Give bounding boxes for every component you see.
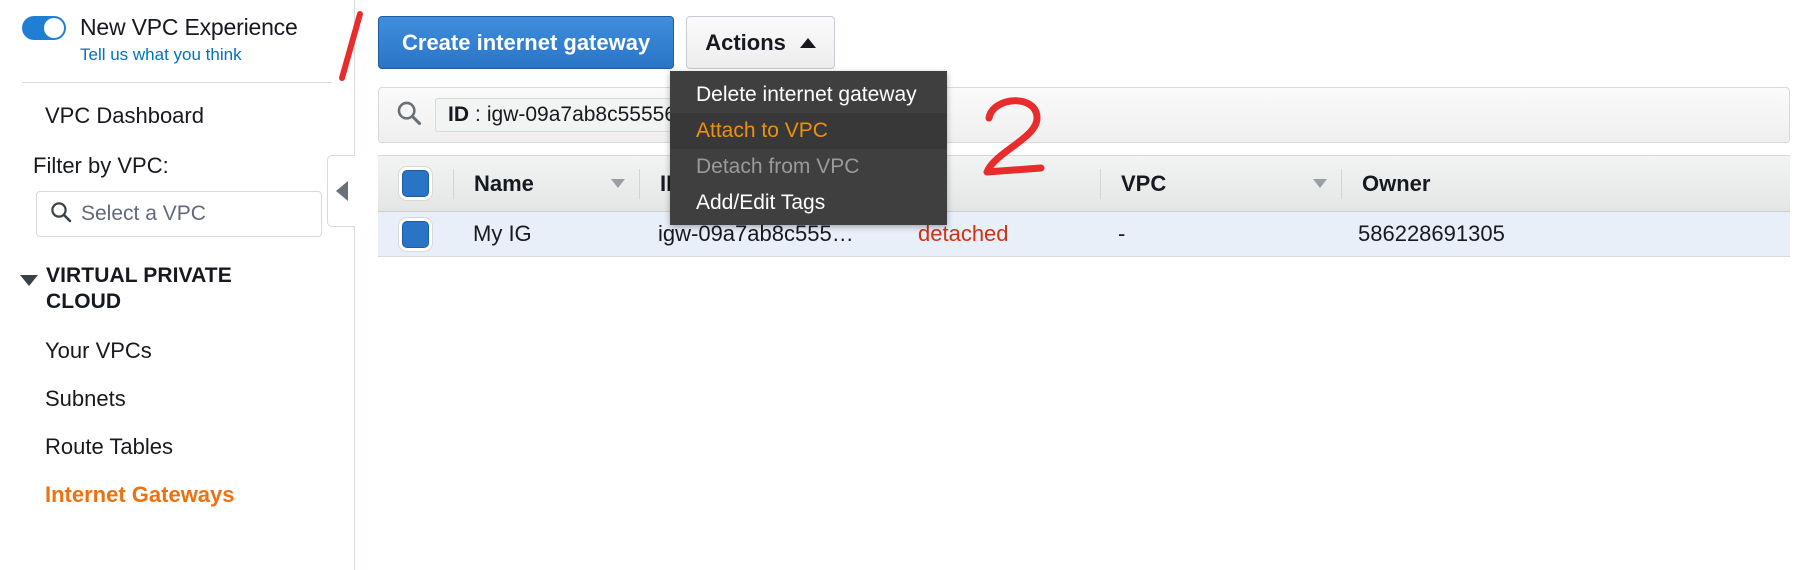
new-vpc-experience-row: New VPC Experience — [0, 0, 354, 41]
menu-item-label: Attach to VPC — [696, 119, 828, 142]
select-all-checkbox-cell — [378, 156, 453, 211]
new-vpc-experience-label: New VPC Experience — [80, 14, 298, 40]
menu-item-delete-internet-gateway[interactable]: Delete internet gateway — [670, 77, 947, 113]
column-header-name-label: Name — [474, 170, 534, 196]
filter-by-vpc-label: Filter by VPC: — [33, 153, 169, 178]
sidebar-group-virtual-private-cloud[interactable]: VIRTUAL PRIVATE CLOUD — [20, 263, 310, 316]
column-header-vpc-label: VPC — [1121, 170, 1167, 196]
actions-label: Actions — [705, 29, 786, 55]
actions-dropdown-menu: Delete internet gateway Attach to VPC De… — [670, 71, 947, 225]
chevron-left-icon — [335, 181, 348, 201]
menu-item-label: Add/Edit Tags — [696, 191, 826, 214]
table-row[interactable]: My IG igw-09a7ab8c555… detached - 586228… — [378, 212, 1790, 257]
search-token-key: ID — [448, 103, 469, 126]
search-filter-token[interactable]: ID : igw-09a7ab8c55556... — [435, 98, 707, 132]
menu-item-detach-from-vpc: Detach from VPC — [670, 149, 947, 185]
sidebar-item-internet-gateways[interactable]: Internet Gateways — [45, 482, 354, 508]
sort-descending-icon — [611, 179, 625, 188]
cell-vpc: - — [1118, 221, 1126, 246]
sidebar-item-route-tables[interactable]: Route Tables — [45, 434, 354, 460]
menu-item-label: Detach from VPC — [696, 155, 860, 178]
row-checkbox-cell — [378, 212, 453, 256]
select-all-checkbox[interactable] — [402, 170, 429, 197]
sidebar-collapse-handle[interactable] — [327, 155, 355, 227]
action-toolbar: Create internet gateway Actions — [378, 16, 835, 69]
resource-search-bar[interactable]: ID : igw-09a7ab8c55556... — [378, 87, 1790, 143]
search-icon — [49, 200, 73, 229]
feedback-link[interactable]: Tell us what you think — [80, 45, 354, 65]
internet-gateways-table: Name ID VPC Owner — [378, 155, 1790, 257]
sidebar-group-label: VIRTUAL PRIVATE CLOUD — [46, 264, 232, 314]
chevron-down-icon — [20, 275, 38, 286]
new-vpc-experience-toggle[interactable] — [22, 15, 66, 40]
sort-descending-icon — [1313, 179, 1327, 188]
menu-item-label: Delete internet gateway — [696, 83, 917, 106]
vpc-filter-select[interactable]: Select a VPC — [36, 191, 322, 237]
toggle-knob-icon — [44, 17, 64, 38]
chevron-up-icon — [799, 37, 816, 48]
column-header-owner-label: Owner — [1362, 170, 1431, 196]
row-select-checkbox[interactable] — [402, 220, 429, 248]
cell-owner: 586228691305 — [1358, 221, 1505, 246]
vpc-filter-placeholder: Select a VPC — [81, 202, 206, 225]
sidebar-divider — [22, 82, 332, 83]
actions-button[interactable]: Actions — [686, 16, 835, 69]
column-header-owner[interactable]: Owner — [1342, 156, 1642, 211]
cell-name: My IG — [473, 221, 532, 246]
column-header-vpc[interactable]: VPC — [1101, 156, 1341, 211]
menu-item-attach-to-vpc[interactable]: Attach to VPC — [670, 113, 947, 149]
create-internet-gateway-label: Create internet gateway — [402, 29, 651, 55]
create-internet-gateway-button[interactable]: Create internet gateway — [378, 16, 675, 69]
sidebar-item-subnets[interactable]: Subnets — [45, 386, 354, 412]
sidebar: New VPC Experience Tell us what you thin… — [0, 0, 355, 570]
main-content: Create internet gateway Actions ID : igw… — [356, 0, 1806, 570]
menu-item-add-edit-tags[interactable]: Add/Edit Tags — [670, 185, 947, 221]
search-token-value: igw-09a7ab8c55556... — [486, 103, 694, 126]
search-icon — [395, 99, 423, 132]
column-header-name[interactable]: Name — [454, 156, 639, 211]
sidebar-item-your-vpcs[interactable]: Your VPCs — [45, 338, 354, 364]
table-header-row: Name ID VPC Owner — [378, 155, 1790, 212]
screenshot-root: New VPC Experience Tell us what you thin… — [0, 0, 1806, 570]
search-token-separator: : — [475, 103, 481, 126]
sidebar-item-vpc-dashboard[interactable]: VPC Dashboard — [45, 103, 354, 129]
